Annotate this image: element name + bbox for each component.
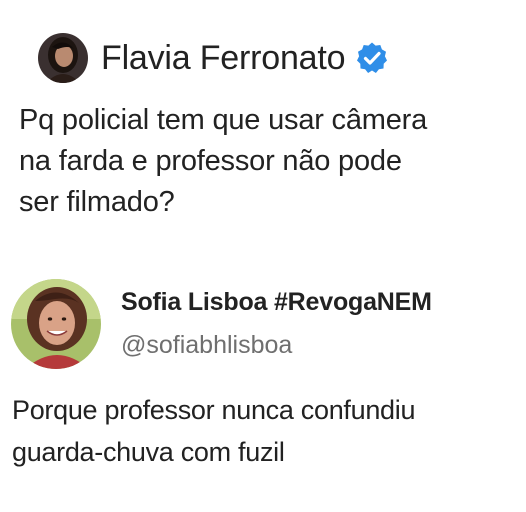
tweet-text-line: na farda e professor não pode	[19, 145, 402, 177]
tweet-text: Pq policial tem que usar câmera na farda…	[19, 100, 519, 223]
top-tweet-header: Flavia Ferronato	[38, 33, 389, 83]
tweet-text-line: guarda-chuva com fuzil	[12, 437, 285, 467]
avatar[interactable]	[38, 33, 88, 83]
reply-tweet-text: Porque professor nunca confundiu guarda-…	[12, 389, 522, 473]
screenshot-page: Flavia Ferronato Pq policial tem que usa…	[0, 0, 526, 512]
avatar-photo-icon	[38, 33, 88, 83]
tweet-text-line: Pq policial tem que usar câmera	[19, 104, 428, 136]
tweet-text-line: ser filmado?	[19, 186, 175, 218]
reply-author-handle[interactable]: @sofiabhlisboa	[121, 331, 292, 360]
verified-badge-icon	[357, 42, 388, 73]
avatar-photo-icon	[11, 279, 101, 369]
author-name[interactable]: Flavia Ferronato	[101, 39, 346, 78]
reply-avatar[interactable]	[11, 279, 101, 369]
reply-author-name[interactable]: Sofia Lisboa #RevogaNEM	[121, 288, 432, 317]
tweet-text-line: Porque professor nunca confundiu	[12, 395, 416, 425]
